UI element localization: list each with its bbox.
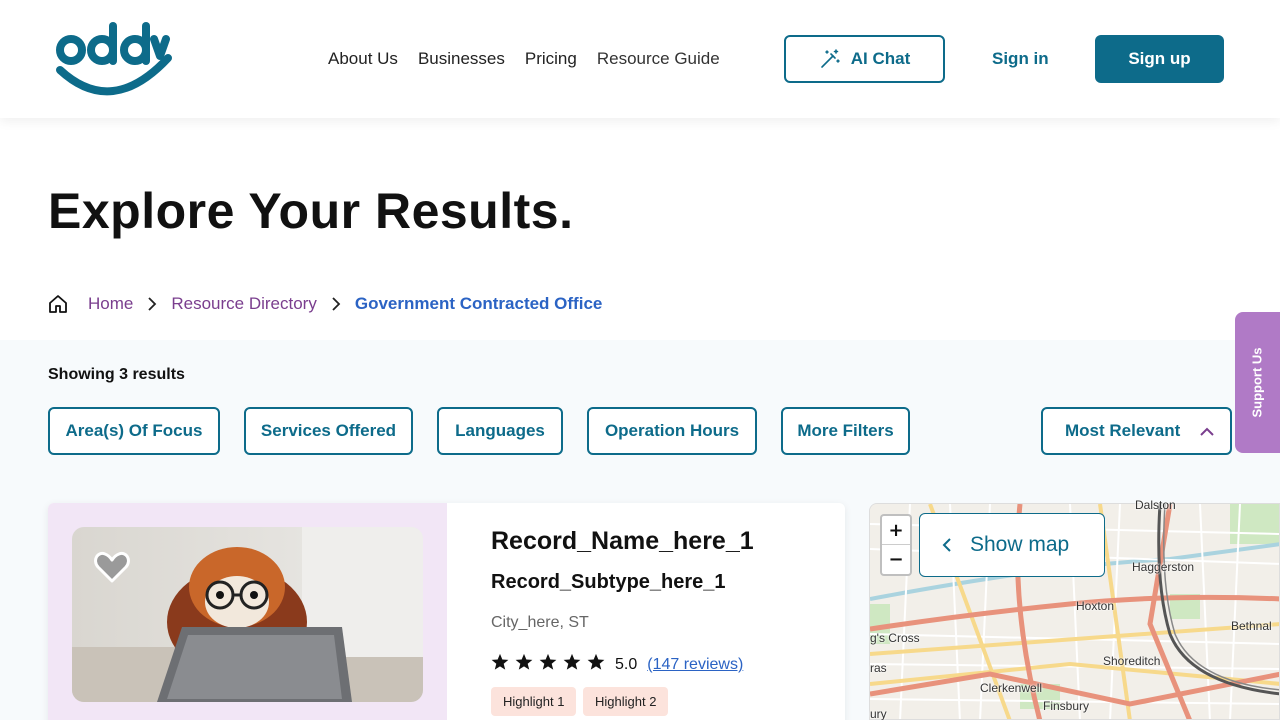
zoom-in-button[interactable]: + xyxy=(882,516,910,545)
site-header: About Us Businesses Pricing Resource Gui… xyxy=(0,0,1280,118)
favorite-heart-icon[interactable] xyxy=(94,551,130,587)
star-icon xyxy=(539,653,557,676)
breadcrumb-home[interactable]: Home xyxy=(88,294,133,314)
ai-chat-label: AI Chat xyxy=(850,49,911,68)
nav-businesses[interactable]: Businesses xyxy=(418,49,505,69)
star-icon xyxy=(491,653,509,676)
sign-in-link[interactable]: Sign in xyxy=(992,49,1049,69)
chevron-up-icon xyxy=(1198,423,1216,446)
filter-languages[interactable]: Languages xyxy=(437,407,563,455)
map-zoom-control: + − xyxy=(880,514,912,576)
main-nav: About Us Businesses Pricing Resource Gui… xyxy=(328,49,740,69)
sign-up-button[interactable]: Sign up xyxy=(1095,35,1224,83)
support-us-tab[interactable]: Support Us xyxy=(1235,312,1280,453)
record-name[interactable]: Record_Name_here_1 xyxy=(491,527,754,556)
map-label: Haggerston xyxy=(1132,560,1195,574)
breadcrumb: Home Resource Directory Government Contr… xyxy=(48,294,602,314)
reviews-link[interactable]: (147 reviews) xyxy=(647,656,743,674)
map-label: Bethnal xyxy=(1231,619,1272,633)
nav-about-us[interactable]: About Us xyxy=(328,49,398,69)
oddy-logo[interactable] xyxy=(54,18,174,98)
page-title: Explore Your Results. xyxy=(48,183,574,239)
nav-resource-guide[interactable]: Resource Guide xyxy=(597,49,720,69)
chevron-right-icon xyxy=(331,296,341,312)
card-media xyxy=(48,503,447,720)
map-label: Clerkenwell xyxy=(980,681,1043,695)
highlight-chip: Highlight 1 xyxy=(491,687,577,716)
sort-select[interactable]: Most Relevant xyxy=(1041,407,1232,455)
map-label: ras xyxy=(870,661,887,675)
record-rating: 5.0 (147 reviews) xyxy=(491,653,743,676)
zoom-out-button[interactable]: − xyxy=(882,545,910,574)
rating-score: 5.0 xyxy=(615,655,638,673)
record-subtype: Record_Subtype_here_1 xyxy=(491,571,726,593)
filter-more-filters[interactable]: More Filters xyxy=(781,407,910,455)
results-count: Showing 3 results xyxy=(48,366,185,383)
map-label: Shoreditch xyxy=(1103,654,1161,668)
ai-chat-button[interactable]: AI Chat xyxy=(784,35,945,83)
chevron-right-icon xyxy=(147,296,157,312)
breadcrumb-resource-directory[interactable]: Resource Directory xyxy=(171,294,317,314)
map-label: Finsbury xyxy=(1043,699,1090,713)
filter-area-of-focus[interactable]: Area(s) Of Focus xyxy=(48,407,220,455)
map-label: ury xyxy=(870,707,887,720)
map-label: g's Cross xyxy=(870,631,920,645)
filter-services-offered[interactable]: Services Offered xyxy=(244,407,413,455)
support-us-label: Support Us xyxy=(1250,347,1265,418)
show-map-label: Show map xyxy=(970,533,1070,556)
chevron-left-icon xyxy=(942,537,952,553)
filter-operation-hours[interactable]: Operation Hours xyxy=(587,407,757,455)
map-label: Dalston xyxy=(1135,498,1176,512)
breadcrumb-current: Government Contracted Office xyxy=(354,294,603,313)
map-label: Hoxton xyxy=(1076,599,1115,613)
record-city: City_here, ST xyxy=(491,614,589,631)
nav-pricing[interactable]: Pricing xyxy=(525,49,577,69)
rating-stars xyxy=(491,653,605,676)
magic-wand-icon xyxy=(819,48,841,70)
star-icon xyxy=(515,653,533,676)
highlight-chip: Highlight 2 xyxy=(583,687,669,716)
show-map-button[interactable]: Show map xyxy=(919,513,1105,577)
sort-label: Most Relevant xyxy=(1065,421,1181,440)
star-icon xyxy=(563,653,581,676)
star-icon xyxy=(587,653,605,676)
home-icon[interactable] xyxy=(48,294,68,314)
